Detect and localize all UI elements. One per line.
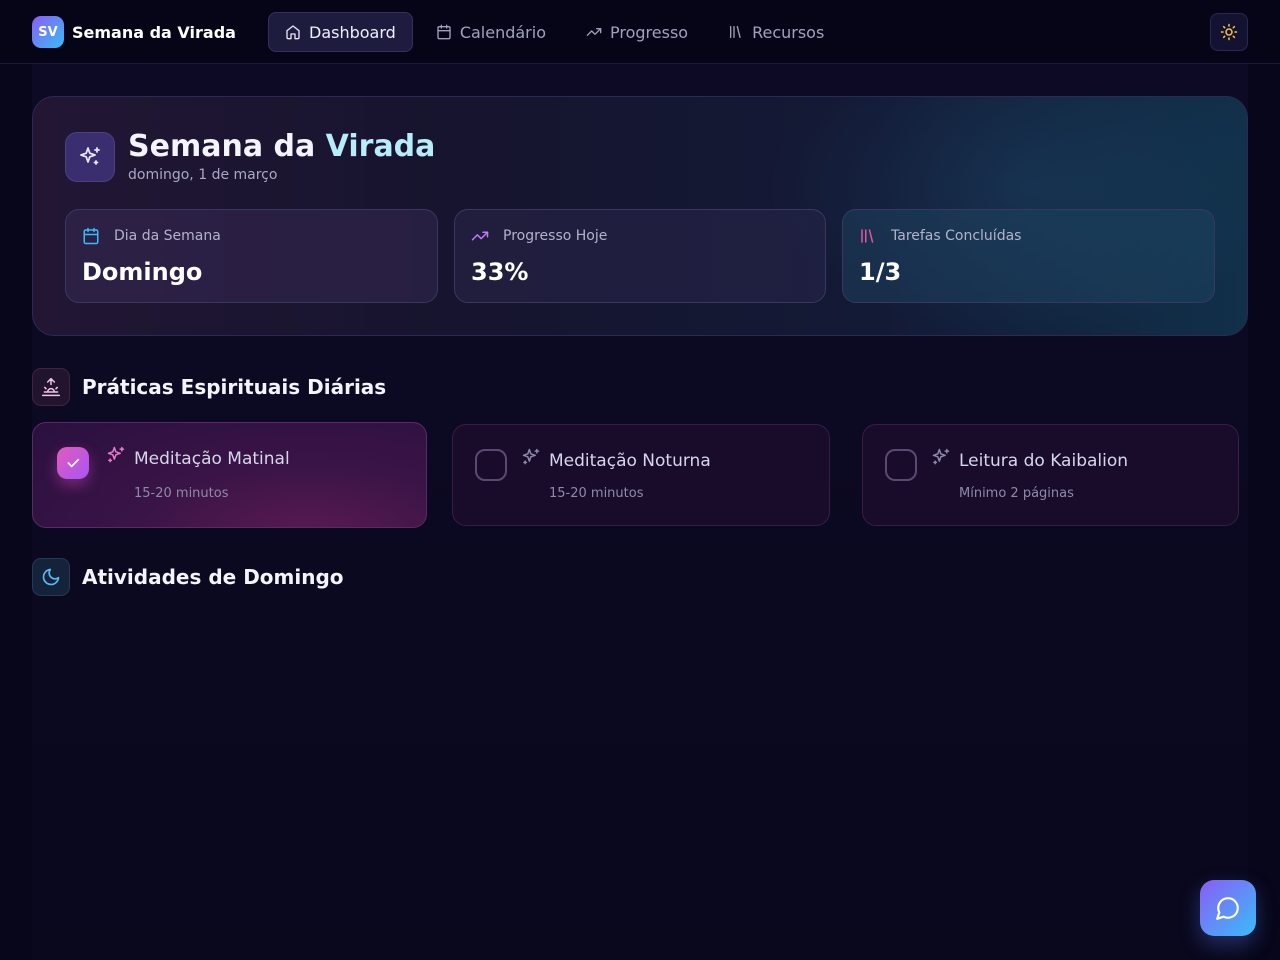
stat-label: Tarefas Concluídas [891,228,1022,244]
stat-value: 1/3 [859,258,902,286]
sunrise-icon [32,368,70,406]
brand-logo: SV [32,16,64,48]
practice-card-meditacao-noturna[interactable]: Meditação Noturna 15-20 minutos [452,424,830,526]
check-icon [67,458,80,468]
sun-icon [1220,23,1238,41]
title-accent: Virada [325,129,436,164]
practices-section-header: Práticas Espirituais Diárias [32,368,386,406]
home-icon [286,25,300,40]
practice-checkbox[interactable] [57,447,89,479]
message-circle-icon [1216,897,1239,920]
sparkles-icon [522,448,540,465]
trending-up-icon [586,27,602,36]
theme-toggle-button[interactable] [1210,13,1248,51]
calendar-icon [437,24,451,40]
sparkles-icon [932,448,950,465]
section-title: Atividades de Domingo [82,565,344,589]
practice-title: Meditação Matinal [134,449,290,469]
nav-item-recursos[interactable]: Recursos [711,12,841,52]
main-nav: Dashboard Calendário Progresso Recursos [268,12,847,52]
practice-duration: Mínimo 2 páginas [959,486,1074,501]
practice-duration: 15-20 minutos [134,486,229,501]
calendar-icon [83,227,99,245]
section-title: Práticas Espirituais Diárias [82,375,387,399]
stat-value: Domingo [82,258,203,286]
trending-up-icon [471,231,489,241]
practice-card-meditacao-matinal[interactable]: Meditação Matinal 15-20 minutos [32,422,427,528]
stat-label: Dia da Semana [114,228,221,244]
brand-name: Semana da Virada [72,22,236,42]
practice-duration: 15-20 minutos [549,486,644,501]
sparkles-icon [65,132,115,182]
stat-card-progress: Progresso Hoje 33% [454,209,826,303]
brand[interactable]: SV Semana da Virada [32,16,236,48]
top-navbar: SV Semana da Virada Dashboard Calendário… [0,0,1280,64]
chat-button[interactable] [1200,880,1256,936]
moon-icon [32,558,70,596]
library-icon [730,26,741,38]
nav-item-progresso[interactable]: Progresso [569,12,705,52]
practice-checkbox[interactable] [885,449,917,481]
title-main: Semana da [128,129,326,164]
nav-label: Calendário [459,22,546,42]
nav-item-calendario[interactable]: Calendário [419,12,563,52]
practice-title: Leitura do Kaibalion [959,451,1129,471]
hero-card: Semana da Virada domingo, 1 de março Dia… [32,96,1248,336]
library-icon [861,229,874,243]
stat-value: 33% [471,258,529,286]
nav-label: Dashboard [309,22,396,42]
practice-card-leitura-kaibalion[interactable]: Leitura do Kaibalion Mínimo 2 páginas [862,424,1239,526]
nav-label: Progresso [610,22,689,42]
sparkles-icon [107,446,125,463]
nav-label: Recursos [752,22,825,42]
nav-item-dashboard[interactable]: Dashboard [268,12,413,52]
stat-card-day: Dia da Semana Domingo [65,209,438,303]
practice-checkbox[interactable] [475,449,507,481]
current-date: domingo, 1 de março [128,167,278,183]
activities-section-header: Atividades de Domingo [32,558,344,596]
stat-card-tasks: Tarefas Concluídas 1/3 [842,209,1215,303]
practice-title: Meditação Noturna [549,451,711,471]
page-title: Semana da Virada [128,129,435,164]
stat-label: Progresso Hoje [503,228,608,244]
